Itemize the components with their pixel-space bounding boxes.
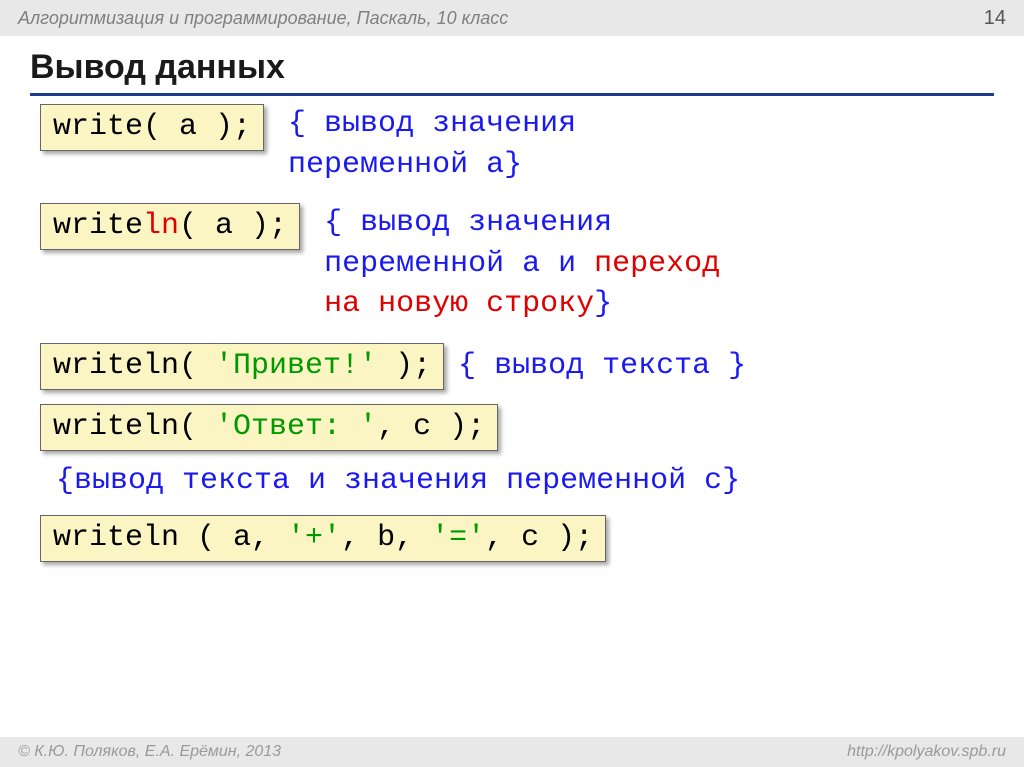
- code-frag: , c );: [485, 521, 593, 555]
- comment-write: { вывод значения переменной a}: [278, 104, 984, 185]
- code-write: write( a );: [40, 104, 264, 151]
- comment-line: }: [594, 287, 612, 321]
- example-row-3: writeln( 'Привет!' ); { вывод текста }: [40, 343, 984, 390]
- code-frag: writeln ( a,: [53, 521, 287, 555]
- footer-bar: © К.Ю. Поляков, Е.А. Ерёмин, 2013 http:/…: [0, 737, 1024, 767]
- example-row-2: writeln( a ); { вывод значения переменно…: [40, 203, 984, 325]
- breadcrumb: Алгоритмизация и программирование, Паска…: [18, 8, 508, 29]
- comment-line: переменной a}: [288, 148, 522, 182]
- code-string: 'Ответ: ': [215, 410, 377, 444]
- code-frag: writeln(: [53, 410, 215, 444]
- code-writeln-text: writeln( 'Привет!' );: [40, 343, 444, 390]
- code-string: '=': [431, 521, 485, 555]
- code-writeln-answer: writeln( 'Ответ: ', c );: [40, 404, 498, 451]
- example-row-1: write( a ); { вывод значения переменной …: [40, 104, 984, 185]
- comment-line: переменной a и: [324, 247, 594, 281]
- code-string: '+': [287, 521, 341, 555]
- code-frag: , b,: [341, 521, 431, 555]
- comment-writeln: { вывод значения переменной a и переход …: [314, 203, 984, 325]
- comment-line: { вывод значения: [324, 206, 612, 240]
- code-frag-ln: ln: [143, 209, 179, 243]
- copyright: © К.Ю. Поляков, Е.А. Ерёмин, 2013: [18, 743, 281, 761]
- breadcrumb-bar: Алгоритмизация и программирование, Паска…: [0, 0, 1024, 36]
- code-writeln: writeln( a );: [40, 203, 300, 250]
- code-frag: );: [377, 349, 431, 383]
- example-row-5: writeln ( a, '+', b, '=', c );: [40, 515, 984, 562]
- comment-line-red: переход: [594, 247, 720, 281]
- page-number: 14: [984, 7, 1006, 30]
- comment-line: { вывод значения: [288, 107, 576, 141]
- code-frag: writeln(: [53, 349, 215, 383]
- code-frag: , c );: [377, 410, 485, 444]
- content-area: write( a ); { вывод значения переменной …: [40, 104, 984, 580]
- example-row-4: writeln( 'Ответ: ', c );: [40, 404, 984, 451]
- code-frag: ( a );: [179, 209, 287, 243]
- code-string: 'Привет!': [215, 349, 377, 383]
- comment-line-red: на новую строку: [324, 287, 594, 321]
- page-title: Вывод данных: [30, 48, 994, 96]
- comment-answer: {вывод текста и значения переменной c}: [56, 461, 984, 502]
- code-writeln-expr: writeln ( a, '+', b, '=', c );: [40, 515, 606, 562]
- footer-url: http://kpolyakov.spb.ru: [847, 743, 1006, 761]
- comment-text: { вывод текста }: [458, 346, 984, 387]
- code-frag: write: [53, 209, 143, 243]
